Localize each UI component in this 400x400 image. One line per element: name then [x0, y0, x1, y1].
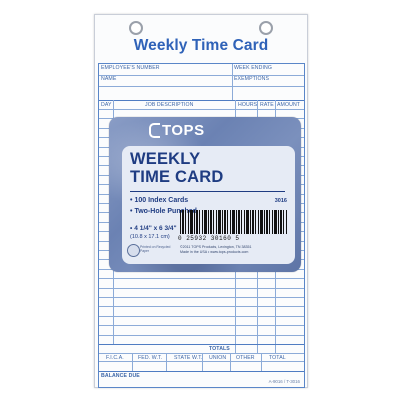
- feature-count: • 100 Index Cards: [130, 197, 189, 204]
- card-title: Weekly Time Card: [133, 37, 269, 54]
- fine-print-copyright: ©2011 TOPS Products, Lexington, TN 38351: [180, 245, 252, 249]
- table-row-line: [99, 335, 304, 336]
- column-hours: HOURS: [238, 102, 258, 108]
- table-row-line: [99, 325, 304, 326]
- week-ending-label: WEEK ENDING: [234, 65, 272, 71]
- balance-due-label: BALANCE DUE: [101, 373, 140, 379]
- heading-rule: [130, 191, 285, 192]
- brand-name: TOPS: [162, 122, 205, 139]
- totals-label: TOTALS: [209, 346, 230, 352]
- brand-logo: TOPS: [149, 122, 205, 139]
- exemptions-label: EXEMPTIONS: [234, 76, 270, 82]
- table-row-line: [99, 316, 304, 317]
- label-heading-line2: TIME CARD: [130, 168, 224, 186]
- table-row-line: [99, 306, 304, 307]
- seal-text: Printed on Recycled Paper: [140, 245, 171, 253]
- column-rate: RATE: [260, 102, 274, 108]
- barcode: [180, 210, 288, 234]
- label-panel: WEEKLY TIME CARD • 100 Index Cards 3016 •…: [122, 146, 295, 264]
- fine-print-website: Made in the USA • www.tops-products.com: [180, 250, 249, 254]
- product-number: 3016: [274, 198, 287, 204]
- punch-hole-left: [129, 21, 143, 35]
- employee-number-label: EMPLOYEE'S NUMBER: [101, 65, 160, 71]
- name-label: NAME: [101, 76, 117, 82]
- column-amount: AMOUNT: [277, 102, 301, 108]
- barcode-number: 0 25932 30160 5: [178, 235, 240, 242]
- feature-size: • 4 1/4" x 6 3/4": [130, 225, 177, 232]
- column-job-description: JOB DESCRIPTION: [145, 102, 194, 108]
- recycled-seal-icon: [127, 244, 140, 257]
- table-row-line: [99, 278, 304, 279]
- feature-size-metric: (10.8 x 17.1 cm): [130, 234, 170, 240]
- column-day: DAY: [101, 102, 112, 108]
- product-label: TOPS WEEKLY TIME CARD • 100 Index Cards 3…: [109, 117, 301, 272]
- table-row-line: [99, 288, 304, 289]
- label-heading-line1: WEEKLY: [130, 150, 201, 168]
- form-number: A-9016 / T-3016: [268, 379, 300, 384]
- table-row-line: [99, 297, 304, 298]
- brand-mark-icon: [149, 123, 160, 138]
- punch-hole-right: [259, 21, 273, 35]
